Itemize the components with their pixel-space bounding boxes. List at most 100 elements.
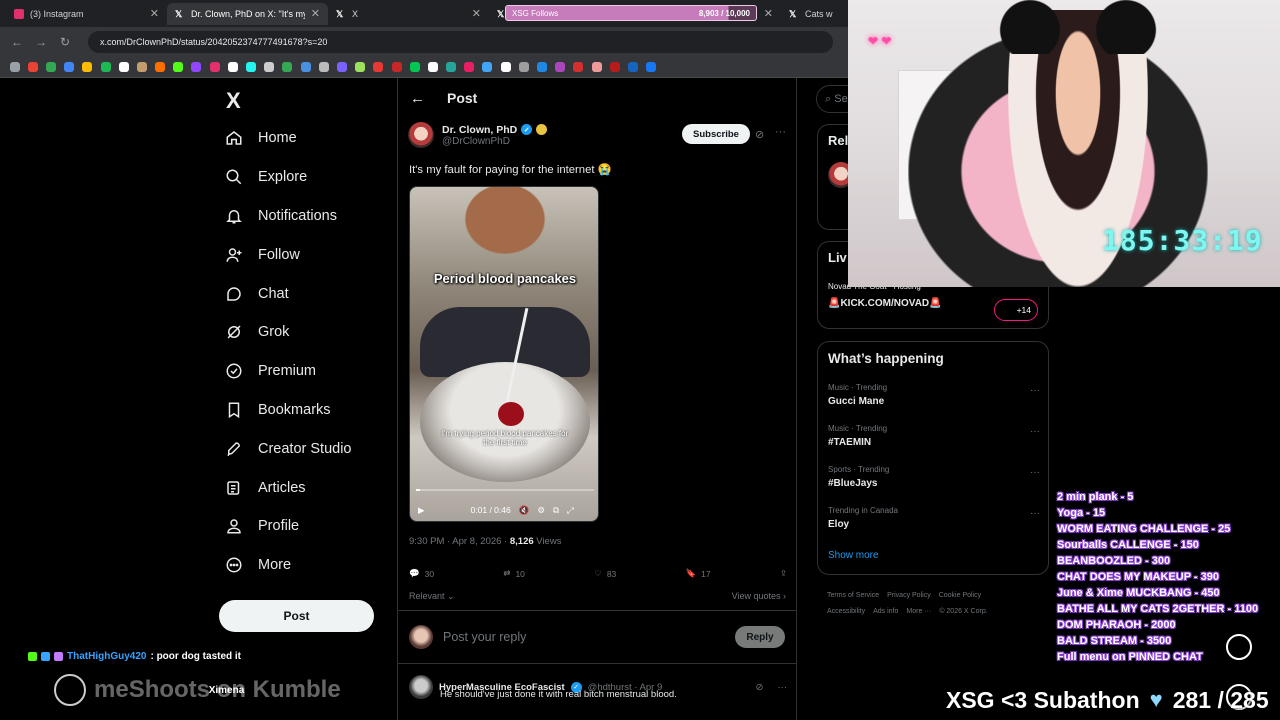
post-button[interactable]: Post: [219, 600, 374, 632]
reload-icon[interactable]: ↻: [58, 35, 72, 49]
nav-creator-studio[interactable]: Creator Studio: [224, 429, 394, 468]
sort-dropdown[interactable]: Relevant ⌄: [409, 591, 455, 602]
post-timestamp[interactable]: 9:30 PM · Apr 8, 2026 ·: [409, 536, 510, 547]
bookmark-icon[interactable]: [155, 61, 166, 72]
close-tab-icon[interactable]: ✕: [311, 7, 320, 20]
bookmark-icon[interactable]: [482, 61, 493, 72]
more-options-icon[interactable]: ···: [1030, 467, 1040, 478]
apps-icon[interactable]: [9, 61, 20, 72]
nav-articles[interactable]: Articles: [224, 468, 394, 507]
bookmark-icon[interactable]: [300, 61, 311, 72]
repost-action[interactable]: ⇄ 10: [503, 568, 525, 579]
bookmark-icon[interactable]: [591, 61, 602, 72]
more-options-icon[interactable]: ···: [775, 126, 786, 138]
grok-icon[interactable]: ⊘: [756, 682, 764, 693]
reply-button[interactable]: Reply: [735, 626, 785, 648]
reply-post[interactable]: HyperMasculine EcoFascist ✓ @hdthurst · …: [409, 675, 788, 700]
bookmark-icon[interactable]: [646, 61, 657, 72]
more-options-icon[interactable]: ···: [778, 682, 788, 693]
trend-item[interactable]: Music · Trending Gucci Mane ···: [828, 383, 1040, 407]
bookmark-icon[interactable]: [318, 61, 329, 72]
bookmark-icon[interactable]: [336, 61, 347, 72]
more-options-icon[interactable]: ···: [1030, 426, 1040, 437]
bookmark-icon[interactable]: [173, 61, 184, 72]
back-icon[interactable]: ←: [10, 35, 24, 49]
mute-icon[interactable]: 🔇: [519, 505, 530, 516]
bookmark-icon[interactable]: [82, 61, 93, 72]
footer-link[interactable]: Cookie Policy: [939, 592, 981, 599]
nav-more[interactable]: More: [224, 546, 394, 585]
footer-link[interactable]: More ···: [906, 608, 931, 615]
like-action[interactable]: ♡ 83: [594, 568, 616, 579]
bookmark-icon[interactable]: [246, 61, 257, 72]
author-name[interactable]: Dr. Clown, PhD: [442, 124, 517, 136]
share-action[interactable]: ⇪: [780, 568, 787, 579]
nav-follow[interactable]: Follow: [224, 235, 394, 274]
trend-item[interactable]: Sports · Trending #BlueJays ···: [828, 465, 1040, 489]
bookmark-icon[interactable]: [518, 61, 529, 72]
forward-icon[interactable]: →: [34, 35, 48, 49]
footer-link[interactable]: Terms of Service: [827, 592, 879, 599]
nav-profile[interactable]: Profile: [224, 507, 394, 546]
browser-tab[interactable]: 𝕏 Cats wi: [781, 3, 841, 25]
reply-action[interactable]: 💬 30: [409, 568, 434, 579]
subscribe-button[interactable]: Subscribe: [682, 124, 750, 144]
bookmark-action[interactable]: 🔖 17: [686, 568, 711, 579]
video-progress-bar[interactable]: [416, 489, 594, 491]
author-handle[interactable]: @DrClownPhD: [442, 136, 547, 147]
close-tab-icon[interactable]: ✕: [764, 7, 773, 20]
nav-explore[interactable]: Explore: [224, 158, 394, 197]
avatar[interactable]: [409, 675, 433, 699]
bookmark-icon[interactable]: [100, 61, 111, 72]
close-tab-icon[interactable]: ✕: [472, 7, 481, 20]
bookmark-icon[interactable]: [446, 61, 457, 72]
bookmark-icon[interactable]: [409, 61, 420, 72]
bookmark-icon[interactable]: [427, 61, 438, 72]
bookmark-icon[interactable]: [391, 61, 402, 72]
browser-tab[interactable]: 𝕏 X ✕: [328, 3, 489, 25]
nav-chat[interactable]: Chat: [224, 274, 394, 313]
nav-home[interactable]: Home: [224, 119, 394, 158]
x-logo[interactable]: X: [226, 88, 241, 114]
bookmark-icon[interactable]: [136, 61, 147, 72]
video-player[interactable]: Period blood pancakes I'm trying period …: [409, 186, 599, 522]
bookmark-icon[interactable]: [555, 61, 566, 72]
close-tab-icon[interactable]: ✕: [150, 7, 159, 20]
bookmark-icon[interactable]: [537, 61, 548, 72]
footer-link[interactable]: Accessibility: [827, 608, 865, 615]
bookmark-icon[interactable]: [609, 61, 620, 72]
browser-tab[interactable]: (3) Instagram ✕: [6, 3, 167, 25]
live-listeners-badge[interactable]: +14: [994, 299, 1038, 321]
pip-icon[interactable]: ⧉: [553, 505, 559, 516]
more-options-icon[interactable]: ···: [1030, 508, 1040, 519]
reply-input[interactable]: Post your reply: [443, 630, 725, 644]
fullscreen-icon[interactable]: ⤢: [567, 505, 574, 516]
bookmark-icon[interactable]: [464, 61, 475, 72]
trend-item[interactable]: Trending in Canada Eloy ···: [828, 506, 1040, 530]
browser-tab-active[interactable]: 𝕏 Dr. Clown, PhD on X: "It's my fa... ✕: [167, 2, 328, 25]
more-options-icon[interactable]: ···: [1030, 385, 1040, 396]
footer-link[interactable]: Ads info: [873, 608, 898, 615]
bookmark-icon[interactable]: [209, 61, 220, 72]
bookmark-icon[interactable]: [191, 61, 202, 72]
address-bar[interactable]: x.com/DrClownPhD/status/2042052374777491…: [88, 30, 833, 53]
bookmark-icon[interactable]: [627, 61, 638, 72]
live-title[interactable]: 🚨KICK.COM/NOVAD🚨: [828, 298, 942, 309]
bookmark-icon[interactable]: [373, 61, 384, 72]
post-author[interactable]: Dr. Clown, PhD ✓ @DrClownPhD: [408, 122, 548, 148]
bookmark-icon[interactable]: [264, 61, 275, 72]
view-quotes-link[interactable]: View quotes ›: [732, 591, 786, 602]
grok-icon[interactable]: ⊘: [755, 128, 764, 141]
nav-bookmarks[interactable]: Bookmarks: [224, 391, 394, 430]
bookmark-icon[interactable]: [118, 61, 129, 72]
bookmark-icon[interactable]: [500, 61, 511, 72]
trend-item[interactable]: Music · Trending #TAEMIN ···: [828, 424, 1040, 448]
play-icon[interactable]: ▶: [418, 505, 425, 516]
footer-link[interactable]: Privacy Policy: [887, 592, 931, 599]
bookmark-icon[interactable]: [45, 61, 56, 72]
avatar[interactable]: [408, 122, 434, 148]
settings-icon[interactable]: ⚙: [537, 505, 545, 516]
show-more-link[interactable]: Show more: [828, 550, 879, 561]
bookmark-icon[interactable]: [64, 61, 75, 72]
nav-notifications[interactable]: Notifications: [224, 197, 394, 236]
